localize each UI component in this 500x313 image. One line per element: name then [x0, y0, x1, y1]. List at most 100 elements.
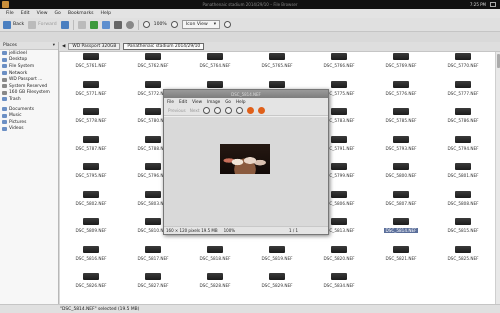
- menu-file[interactable]: File: [6, 11, 14, 16]
- file-item[interactable]: DSC_5787.NEF: [61, 135, 121, 161]
- file-item[interactable]: DSC_5826.NEF: [61, 272, 121, 298]
- sidebar-item-place[interactable]: Desktop: [0, 57, 58, 64]
- file-name: DSC_5821.NEF: [385, 255, 417, 261]
- file-item[interactable]: DSC_5778.NEF: [61, 107, 121, 133]
- forward-button[interactable]: Forward: [28, 20, 57, 29]
- zoom-in-icon[interactable]: [142, 21, 150, 28]
- viewer-menu-edit[interactable]: Edit: [179, 99, 187, 104]
- zoom-out-icon[interactable]: [214, 106, 222, 114]
- zoom-in-icon[interactable]: [203, 106, 211, 114]
- file-item[interactable]: DSC_5819.NEF: [247, 245, 307, 271]
- sidebar-item-place[interactable]: WD Passport ...: [0, 76, 58, 83]
- menu-help[interactable]: Help: [101, 11, 111, 16]
- viewer-menu-view[interactable]: View: [192, 99, 202, 104]
- file-item[interactable]: DSC_5809.NEF: [61, 217, 121, 243]
- viewer-titlebar[interactable]: DSC_5814.NEF: [164, 90, 328, 98]
- sidebar-item-place[interactable]: Trash: [0, 96, 58, 103]
- file-item[interactable]: DSC_5794.NEF: [433, 135, 493, 161]
- file-item[interactable]: DSC_5808.NEF: [433, 190, 493, 216]
- reload-icon[interactable]: [89, 20, 98, 29]
- file-item[interactable]: DSC_5795.NEF: [61, 162, 121, 188]
- sidebar-item-label: Documents: [9, 106, 35, 112]
- scrollbar[interactable]: [495, 52, 500, 304]
- file-item[interactable]: DSC_5825.NEF: [433, 245, 493, 271]
- view-mode-select[interactable]: Icon View ▾: [181, 20, 221, 29]
- zoom-out-icon[interactable]: [170, 21, 178, 28]
- file-item[interactable]: DSC_5802.NEF: [61, 190, 121, 216]
- file-item[interactable]: DSC_5818.NEF: [185, 245, 245, 271]
- sidebar-item-place[interactable]: File System: [0, 63, 58, 70]
- file-item[interactable]: DSC_5820.NEF: [309, 245, 369, 271]
- viewer-menu-file[interactable]: File: [167, 99, 174, 104]
- file-item[interactable]: DSC_5776.NEF: [371, 80, 431, 106]
- file-item[interactable]: DSC_5816.NEF: [61, 245, 121, 271]
- file-item[interactable]: DSC_5828.NEF: [185, 272, 245, 298]
- rotate-left-icon[interactable]: [247, 106, 255, 114]
- rotate-right-icon[interactable]: [258, 106, 266, 114]
- file-item[interactable]: DSC_5821.NEF: [371, 245, 431, 271]
- find-icon[interactable]: [224, 21, 232, 28]
- file-item[interactable]: DSC_5834.NEF: [309, 272, 369, 298]
- computer-icon[interactable]: [113, 20, 122, 29]
- file-item[interactable]: DSC_5770.NEF: [433, 52, 493, 78]
- app-menu-icon[interactable]: [2, 1, 9, 8]
- file-item[interactable]: DSC_5786.NEF: [433, 107, 493, 133]
- viewer-menu-image[interactable]: Image: [207, 99, 220, 104]
- file-item[interactable]: DSC_5800.NEF: [371, 162, 431, 188]
- sidebar-item-bookmark[interactable]: Videos: [0, 126, 58, 133]
- menu-view[interactable]: View: [37, 11, 48, 16]
- file-item[interactable]: DSC_5771.NEF: [61, 80, 121, 106]
- places-selector[interactable]: Places ▾: [0, 42, 58, 50]
- search-icon[interactable]: [125, 20, 134, 29]
- file-item[interactable]: DSC_5785.NEF: [371, 107, 431, 133]
- next-button[interactable]: Next: [190, 108, 200, 113]
- breadcrumb-drive[interactable]: WD Passport 320GB: [68, 43, 121, 50]
- file-item[interactable]: DSC_5793.NEF: [371, 135, 431, 161]
- file-item[interactable]: DSC_5817.NEF: [123, 245, 183, 271]
- file-item[interactable]: DSC_5829.NEF: [247, 272, 307, 298]
- previous-button[interactable]: Previous: [168, 108, 186, 113]
- file-item[interactable]: DSC_5827.NEF: [123, 272, 183, 298]
- menu-bookmarks[interactable]: Bookmarks: [68, 11, 94, 16]
- zoom-fit-icon[interactable]: [236, 106, 244, 114]
- file-name: DSC_5801.NEF: [447, 173, 479, 178]
- file-name: DSC_5770.NEF: [447, 63, 479, 68]
- menu-edit[interactable]: Edit: [21, 11, 30, 16]
- file-item[interactable]: DSC_5769.NEF: [371, 52, 431, 78]
- sidebar-item-place[interactable]: jellicleel: [0, 50, 58, 57]
- stop-icon[interactable]: [77, 20, 86, 29]
- file-item[interactable]: DSC_5762.NEF: [123, 52, 183, 78]
- back-button[interactable]: Back: [3, 20, 24, 29]
- breadcrumb-folder[interactable]: Panathenaic stadium 2014/29/10: [123, 43, 205, 50]
- menu-go[interactable]: Go: [55, 11, 61, 16]
- sidebar-item-place[interactable]: Network: [0, 70, 58, 77]
- tray-icon[interactable]: [490, 2, 496, 7]
- home-icon[interactable]: [101, 20, 110, 29]
- zoom-normal-icon[interactable]: [225, 106, 233, 114]
- file-item[interactable]: DSC_5801.NEF: [433, 162, 493, 188]
- file-item[interactable]: DSC_5777.NEF: [433, 80, 493, 106]
- sidebar-item-place[interactable]: System Reserved: [0, 83, 58, 90]
- file-name: DSC_5808.NEF: [447, 200, 479, 206]
- sidebar-item-place[interactable]: 160 GB Filesystem: [0, 90, 58, 97]
- file-name: DSC_5766.NEF: [323, 63, 355, 68]
- file-item[interactable]: DSC_5815.NEF: [433, 217, 493, 243]
- image-viewer-window[interactable]: DSC_5814.NEF File Edit View Image Go Hel…: [163, 89, 329, 235]
- file-item[interactable]: DSC_5807.NEF: [371, 190, 431, 216]
- file-thumbnail: [145, 80, 161, 88]
- viewer-menu-help[interactable]: Help: [236, 99, 246, 104]
- sidebar-item-bookmark[interactable]: Pictures: [0, 119, 58, 126]
- file-item[interactable]: DSC_5765.NEF: [247, 52, 307, 78]
- viewer-canvas[interactable]: [164, 117, 328, 227]
- sidebar-item-bookmark[interactable]: Documents: [0, 106, 58, 113]
- path-left-arrow-icon[interactable]: ◀: [62, 44, 65, 49]
- file-item[interactable]: DSC_5761.NEF: [61, 52, 121, 78]
- file-item[interactable]: DSC_5764.NEF: [185, 52, 245, 78]
- clock[interactable]: 7:25 PM: [470, 2, 486, 7]
- up-arrow-icon[interactable]: [60, 20, 69, 29]
- menubar: File Edit View Go Bookmarks Help: [0, 9, 500, 18]
- file-item[interactable]: DSC_5766.NEF: [309, 52, 369, 78]
- file-item[interactable]: DSC_5814.NEF: [371, 217, 431, 243]
- viewer-menu-go[interactable]: Go: [225, 99, 231, 104]
- sidebar-item-bookmark[interactable]: Music: [0, 112, 58, 119]
